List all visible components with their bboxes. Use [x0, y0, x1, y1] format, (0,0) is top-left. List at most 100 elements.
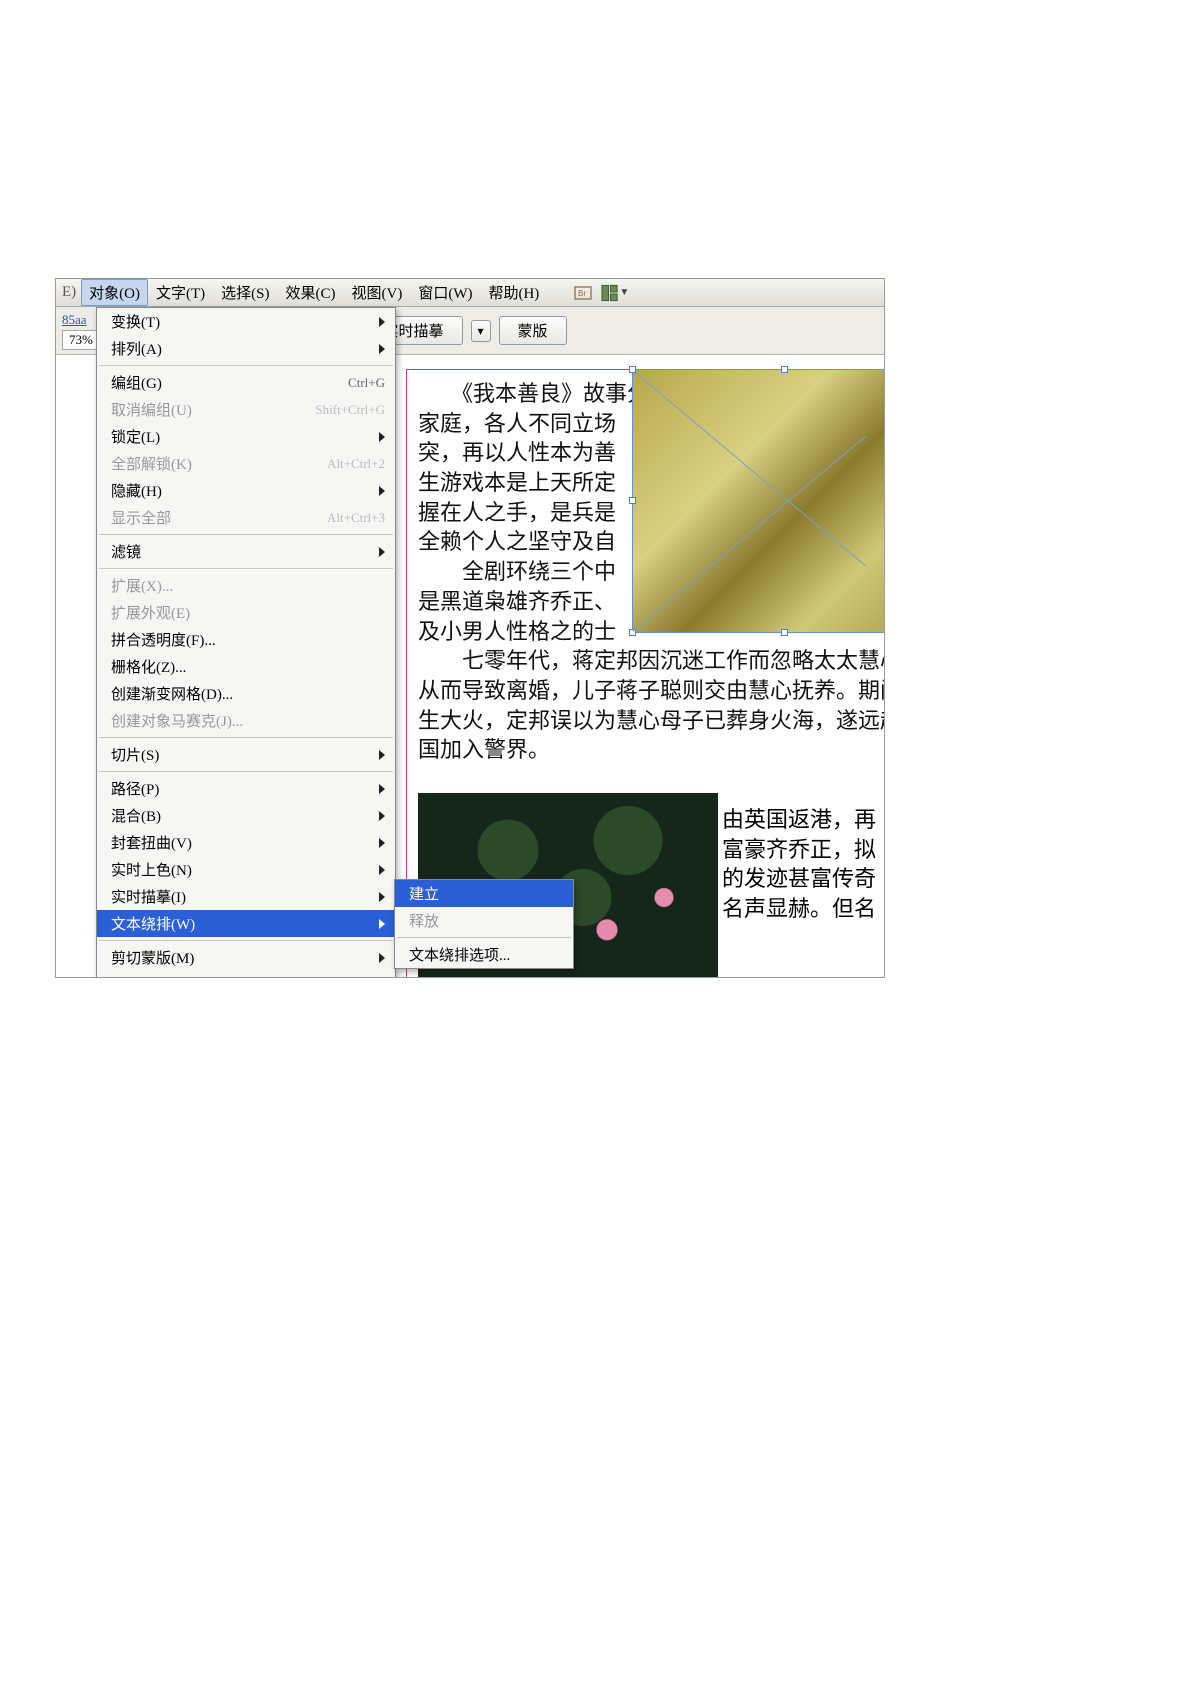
menu-item-shortcut: Ctrl+G	[348, 375, 385, 391]
submenu-arrow-icon	[379, 317, 385, 327]
menu-item-label: 滤镜	[111, 541, 371, 562]
menu-item[interactable]: 实时上色(N)	[97, 856, 395, 883]
submenu-arrow-icon	[379, 953, 385, 963]
menu-item-label: 编组(G)	[111, 372, 336, 393]
chevron-down-icon: ▼	[619, 287, 629, 298]
object-menu-panel: 变换(T) 排列(A) 编组(G) Ctrl+G 取消编组(U) Shift+Ctrl+G…	[96, 307, 396, 978]
selection-handle[interactable]	[629, 497, 636, 504]
submenu-arrow-icon	[379, 784, 385, 794]
menu-item-label: 复合路径(O)	[111, 974, 371, 978]
menu-item: 扩展(X)...	[97, 572, 395, 599]
bridge-icon[interactable]: Br	[569, 282, 597, 304]
menu-item-label: 实时上色(N)	[111, 859, 371, 880]
menu-item-label: 显示全部	[111, 507, 315, 528]
menu-window[interactable]: 窗口(W)	[410, 279, 480, 306]
menu-effect[interactable]: 效果(C)	[278, 279, 344, 306]
svg-text:Br: Br	[578, 289, 586, 298]
menu-type[interactable]: 文字(T)	[148, 279, 213, 306]
submenu-arrow-icon	[379, 486, 385, 496]
submenu-arrow-icon	[379, 838, 385, 848]
menu-item: 复合路径(O)	[97, 971, 395, 978]
menu-item-shortcut: Alt+Ctrl+2	[327, 456, 385, 472]
menu-item[interactable]: 路径(P)	[97, 775, 395, 802]
menu-item[interactable]: 混合(B)	[97, 802, 395, 829]
selection-handle[interactable]	[629, 366, 636, 373]
mask-button[interactable]: 蒙版	[499, 316, 567, 345]
menu-item[interactable]: 排列(A)	[97, 335, 395, 362]
menu-item-label: 文本绕排选项...	[409, 944, 563, 965]
menu-item[interactable]: 变换(T)	[97, 308, 395, 335]
menu-item-label: 路径(P)	[111, 778, 371, 799]
submenu-arrow-icon	[379, 919, 385, 929]
submenu-arrow-icon	[379, 811, 385, 821]
menu-item-label: 切片(S)	[111, 744, 371, 765]
menu-item[interactable]: 封套扭曲(V)	[97, 829, 395, 856]
menu-select[interactable]: 选择(S)	[213, 279, 277, 306]
menu-item-label: 剪切蒙版(M)	[111, 947, 371, 968]
menu-object[interactable]: 对象(O)	[81, 279, 148, 306]
text-wrap-submenu: 建立释放文本绕排选项...	[394, 879, 574, 969]
menu-item-label: 建立	[409, 883, 563, 904]
menu-help[interactable]: 帮助(H)	[480, 279, 547, 306]
live-trace-dropdown[interactable]: ▾	[471, 320, 491, 342]
menu-separator	[99, 771, 393, 772]
menu-item-label: 释放	[409, 910, 563, 931]
placed-image-top[interactable]	[632, 369, 884, 633]
menu-item-label: 创建对象马赛克(J)...	[111, 710, 385, 731]
menu-separator	[99, 365, 393, 366]
menu-item-label: 文本绕排(W)	[111, 913, 371, 934]
submenu-arrow-icon	[379, 865, 385, 875]
submenu-arrow-icon	[379, 750, 385, 760]
menu-item[interactable]: 编组(G) Ctrl+G	[97, 369, 395, 396]
menu-item[interactable]: 拼合透明度(F)...	[97, 626, 395, 653]
submenu-arrow-icon	[379, 432, 385, 442]
menu-item: 显示全部 Alt+Ctrl+3	[97, 504, 395, 531]
menu-item-label: 拼合透明度(F)...	[111, 629, 385, 650]
menu-item: 创建对象马赛克(J)...	[97, 707, 395, 734]
menu-item[interactable]: 切片(S)	[97, 741, 395, 768]
menu-item-label: 创建渐变网格(D)...	[111, 683, 385, 704]
selection-handle[interactable]	[781, 629, 788, 636]
menu-item-label: 封套扭曲(V)	[111, 832, 371, 853]
menu-item[interactable]: 剪切蒙版(M)	[97, 944, 395, 971]
menu-item-label: 排列(A)	[111, 338, 371, 359]
selection-handle[interactable]	[629, 629, 636, 636]
menu-item[interactable]: 创建渐变网格(D)...	[97, 680, 395, 707]
menu-item[interactable]: 隐藏(H)	[97, 477, 395, 504]
submenu-arrow-icon	[379, 892, 385, 902]
menu-item: 释放	[395, 907, 573, 934]
menu-item-shortcut: Shift+Ctrl+G	[315, 402, 385, 418]
app-window: E) 对象(O) 文字(T) 选择(S) 效果(C) 视图(V) 窗口(W) 帮…	[55, 278, 885, 978]
menu-separator	[99, 940, 393, 941]
submenu-arrow-icon	[379, 344, 385, 354]
menu-item[interactable]: 锁定(L)	[97, 423, 395, 450]
menu-item[interactable]: 滤镜	[97, 538, 395, 565]
menu-item[interactable]: 文本绕排(W)	[97, 910, 395, 937]
menu-item: 取消编组(U) Shift+Ctrl+G	[97, 396, 395, 423]
menu-item-label: 扩展(X)...	[111, 575, 385, 596]
menu-item-label: 栅格化(Z)...	[111, 656, 385, 677]
menu-separator	[99, 737, 393, 738]
menu-item-label: 取消编组(U)	[111, 399, 303, 420]
menu-item-shortcut: Alt+Ctrl+3	[327, 510, 385, 526]
selection-handle[interactable]	[781, 366, 788, 373]
menu-item-label: 混合(B)	[111, 805, 371, 826]
menu-separator	[397, 937, 571, 938]
submenu-arrow-icon	[379, 547, 385, 557]
menu-separator	[99, 568, 393, 569]
arrange-documents-icon[interactable]: ▼	[601, 282, 629, 304]
menu-item: 扩展外观(E)	[97, 599, 395, 626]
body-text-right: 由英国返港，再 富豪齐乔正，拟 的发迹甚富传奇 名声显赫。但名	[722, 805, 884, 924]
menu-view[interactable]: 视图(V)	[344, 279, 411, 306]
menu-item-label: 隐藏(H)	[111, 480, 371, 501]
menu-item[interactable]: 栅格化(Z)...	[97, 653, 395, 680]
menu-item: 全部解锁(K)Alt+Ctrl+2	[97, 450, 395, 477]
menu-item-label: 扩展外观(E)	[111, 602, 385, 623]
menu-separator	[99, 534, 393, 535]
menu-item-label: 实时描摹(I)	[111, 886, 371, 907]
menu-item[interactable]: 文本绕排选项...	[395, 941, 573, 968]
menu-item[interactable]: 建立	[395, 880, 573, 907]
menubar: E) 对象(O) 文字(T) 选择(S) 效果(C) 视图(V) 窗口(W) 帮…	[56, 279, 884, 307]
menu-item[interactable]: 实时描摹(I)	[97, 883, 395, 910]
menu-item-label: 变换(T)	[111, 311, 371, 332]
